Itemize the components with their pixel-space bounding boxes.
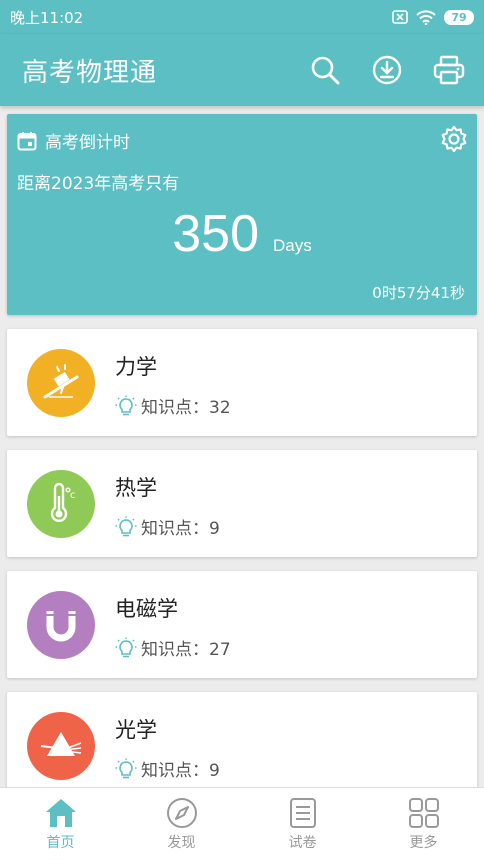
lightbulb-icon [115, 395, 137, 415]
wifi-icon [416, 9, 436, 25]
download-button[interactable] [370, 50, 404, 90]
points-text: 知识点：32 [141, 398, 231, 418]
nav-more[interactable]: 更多 [363, 788, 484, 860]
subject-card-optics[interactable]: 光学 知识点：9 [7, 692, 477, 799]
thermometer-icon: c [50, 482, 76, 522]
nav-label: 试卷 [288, 834, 317, 851]
status-bar: 晚上11:02 79 [0, 0, 484, 34]
subject-card-electromagnetism[interactable]: 电磁学 知识点：27 [7, 571, 477, 678]
magnet-icon [46, 611, 76, 642]
points-text: 知识点：9 [141, 519, 220, 539]
subject-name: 电磁学 [115, 597, 178, 621]
calendar-icon [17, 131, 37, 150]
subject-icon-circle: c [27, 470, 95, 538]
countdown-settings-button[interactable] [439, 124, 469, 158]
nav-papers[interactable]: 试卷 [242, 788, 363, 860]
app-actions [308, 50, 466, 90]
bottom-nav: 首页 发现 试卷 更多 [0, 787, 484, 860]
svg-text:c: c [70, 490, 76, 501]
prism-icon [40, 732, 82, 756]
subject-name: 热学 [115, 476, 157, 500]
subject-icon-circle [27, 712, 95, 780]
slope-block-icon [43, 364, 79, 399]
compass-icon [166, 797, 197, 828]
nav-label: 首页 [46, 834, 75, 851]
subject-name: 力学 [115, 355, 157, 379]
status-icons: 79 [392, 9, 474, 25]
print-button[interactable] [432, 50, 466, 90]
subject-icon-circle [27, 591, 95, 659]
status-time: 晚上11:02 [10, 8, 84, 27]
lightbulb-icon [115, 758, 137, 778]
home-icon [45, 798, 76, 827]
app-title: 高考物理通 [22, 57, 158, 88]
countdown-header: 高考倒计时 [17, 128, 130, 153]
paper-icon [289, 797, 316, 828]
nav-label: 发现 [167, 834, 196, 851]
subject-icon-circle [27, 349, 95, 417]
subject-card-mechanics[interactable]: 力学 知识点：32 [7, 329, 477, 436]
download-icon [372, 55, 402, 85]
search-icon [311, 56, 340, 85]
app-bar: 高考物理通 [0, 34, 484, 106]
battery-icon: 79 [444, 9, 474, 25]
countdown-days: 350 Days [7, 204, 477, 264]
countdown-time: 0时57分41秒 [372, 284, 465, 302]
search-button[interactable] [308, 50, 342, 90]
nav-home[interactable]: 首页 [0, 788, 121, 860]
days-unit: Days [273, 236, 312, 255]
lightbulb-icon [115, 516, 137, 536]
countdown-card: 高考倒计时 距离2023年高考只有 350 Days 0时57分41秒 [7, 114, 477, 315]
subject-points: 知识点：9 [115, 514, 220, 539]
points-text: 知识点：27 [141, 640, 231, 660]
subject-card-thermal[interactable]: c 热学 知识点：9 [7, 450, 477, 557]
gear-icon [441, 125, 467, 153]
countdown-subtitle: 距离2023年高考只有 [17, 174, 180, 194]
notification-off-icon [392, 10, 408, 24]
subject-points: 知识点：9 [115, 756, 220, 781]
printer-icon [433, 55, 465, 85]
grid-icon [408, 797, 439, 828]
days-number: 350 [172, 205, 260, 263]
subject-name: 光学 [115, 718, 157, 742]
points-text: 知识点：9 [141, 761, 220, 781]
subject-points: 知识点：27 [115, 635, 231, 660]
nav-label: 更多 [409, 834, 438, 851]
subject-points: 知识点：32 [115, 393, 231, 418]
countdown-title: 高考倒计时 [45, 133, 130, 153]
nav-discover[interactable]: 发现 [121, 788, 242, 860]
lightbulb-icon [115, 637, 137, 657]
